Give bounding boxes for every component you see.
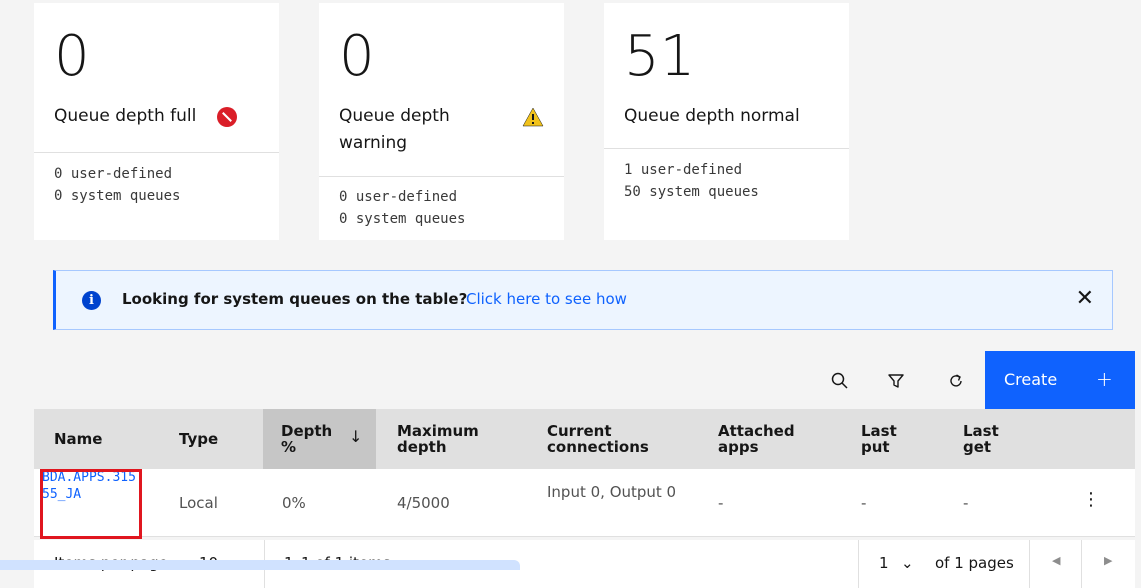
tile-queue-depth-normal: 51 Queue depth normal 1 user-defined 50 … — [604, 3, 849, 240]
column-label: Last put — [861, 422, 897, 456]
bottom-overlay — [0, 560, 520, 570]
notification-link[interactable]: Click here to see how — [466, 290, 627, 308]
queue-normal-label: Queue depth normal — [624, 106, 800, 126]
column-label: Name — [54, 430, 103, 448]
queue-warning-user-defined: 0 user-defined — [339, 189, 458, 205]
column-header-depth[interactable]: Depth % ↓ — [263, 409, 376, 469]
queue-full-count: 0 — [54, 24, 90, 89]
queue-name-link[interactable]: BDA.APPS.31555_JA — [42, 469, 137, 534]
table-row: BDA.APPS.31555_JA Local 0% 4/5000 Input … — [34, 469, 1135, 537]
queue-full-label: Queue depth full — [54, 106, 197, 126]
queue-normal-system: 50 system queues — [624, 184, 759, 200]
column-header-connections[interactable]: Current connections — [547, 409, 667, 469]
column-label: Last get — [963, 422, 999, 456]
info-notification: i Looking for system queues on the table… — [53, 270, 1113, 330]
queue-warning-count: 0 — [339, 24, 375, 89]
create-label: Create — [1004, 370, 1058, 389]
filter-icon — [888, 373, 904, 388]
column-label: Depth % — [281, 422, 333, 456]
column-header-name[interactable]: Name — [54, 409, 102, 469]
add-icon: + — [1096, 367, 1113, 391]
queue-type: Local — [179, 494, 218, 512]
column-header-last-get[interactable]: Last get — [963, 409, 1013, 469]
column-header-last-put[interactable]: Last put — [861, 409, 911, 469]
column-label: Type — [179, 430, 219, 448]
tile-queue-depth-warning: 0 Queue depth warning 0 user-defined 0 s… — [319, 3, 564, 240]
tile-divider — [604, 148, 849, 149]
column-header-type[interactable]: Type — [179, 409, 218, 469]
stop-icon — [217, 107, 237, 127]
queue-depth: 0% — [282, 494, 306, 512]
prev-page-button[interactable]: ◀ — [1030, 540, 1082, 588]
queue-max-depth: 4/5000 — [397, 494, 450, 512]
overflow-menu-icon[interactable]: ⋮ — [1081, 489, 1101, 511]
tile-queue-depth-full: 0 Queue depth full 0 user-defined 0 syst… — [34, 3, 279, 240]
info-icon: i — [82, 291, 101, 310]
column-label: Attached apps — [718, 422, 795, 456]
create-button[interactable]: Create + — [985, 351, 1135, 409]
queue-connections: Input 0, Output 0 — [547, 483, 677, 501]
queue-full-user-defined: 0 user-defined — [54, 166, 173, 182]
page-select-section: 1 ⌄ of 1 pages — [858, 540, 1030, 588]
tile-divider — [319, 176, 564, 177]
caret-left-icon: ◀ — [1052, 554, 1061, 567]
queue-warning-label: Queue depth warning — [339, 106, 450, 153]
caret-right-icon: ▶ — [1104, 554, 1113, 567]
refresh-button[interactable] — [932, 352, 980, 409]
column-header-max-depth[interactable]: Maximum depth — [397, 409, 507, 469]
page-select[interactable]: 1 — [879, 554, 889, 572]
column-label: Maximum depth — [397, 422, 479, 456]
queue-attached-apps: - — [718, 494, 724, 512]
column-label: Current connections — [547, 422, 649, 456]
refresh-icon — [950, 373, 962, 387]
queue-last-get: - — [963, 494, 969, 512]
queue-normal-user-defined: 1 user-defined — [624, 162, 743, 178]
filter-button[interactable] — [872, 352, 920, 409]
of-pages: of 1 pages — [935, 554, 1014, 572]
queue-normal-count: 51 — [624, 24, 696, 89]
close-icon[interactable]: ✕ — [1076, 287, 1094, 311]
tile-divider — [34, 152, 279, 153]
arrow-down-icon: ↓ — [349, 427, 363, 446]
next-page-button[interactable]: ▶ — [1082, 540, 1135, 588]
queue-warning-system: 0 system queues — [339, 211, 466, 227]
table-header: Name Type Depth % ↓ Maximum depth Curren… — [34, 409, 1135, 469]
notification-title: Looking for system queues on the table? — [122, 290, 468, 308]
search-button[interactable] — [816, 352, 864, 409]
chevron-down-icon: ⌄ — [901, 554, 914, 572]
queue-full-system: 0 system queues — [54, 188, 181, 204]
warning-icon — [522, 107, 544, 127]
column-header-attached-apps[interactable]: Attached apps — [718, 409, 808, 469]
search-icon — [831, 372, 848, 389]
queue-last-put: - — [861, 494, 867, 512]
